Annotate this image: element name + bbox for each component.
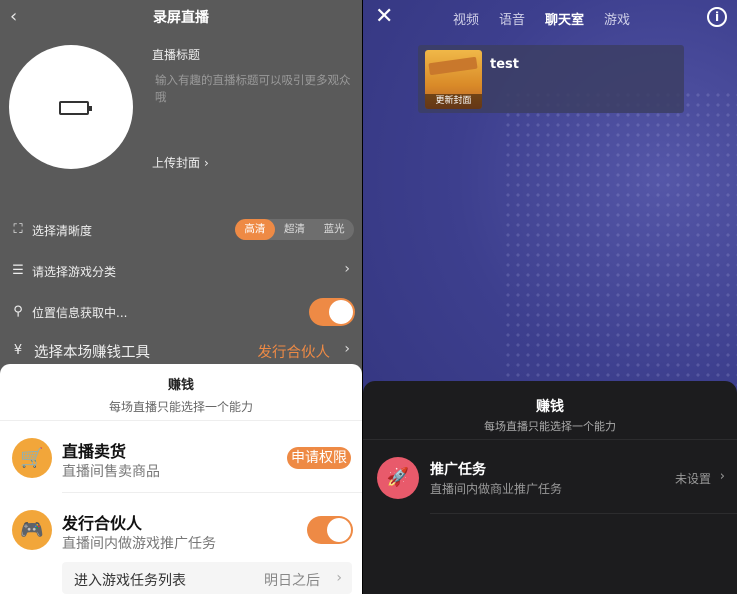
- divider: [62, 492, 362, 493]
- tab-video[interactable]: 视频: [453, 9, 479, 28]
- quality-label: 选择清晰度: [32, 224, 93, 238]
- game-category-row[interactable]: ☰ 请选择游戏分类 ›: [0, 253, 362, 289]
- quality-selector: 高清 超清 蓝光: [235, 219, 354, 240]
- cover-image-picker[interactable]: [9, 45, 133, 169]
- divider: [430, 513, 737, 514]
- room-name[interactable]: test: [490, 57, 519, 72]
- yuan-icon: ¥: [13, 343, 23, 358]
- game-task-list-row[interactable]: 进入游戏任务列表 明日之后 ›: [62, 562, 352, 594]
- sheet-subtitle: 每场直播只能选择一个能力: [484, 420, 616, 433]
- battery-icon: [59, 101, 92, 115]
- live-type-tabs: 视频 语音 聊天室 游戏: [453, 9, 630, 28]
- location-pin-icon: ⚲: [13, 304, 23, 319]
- sheet-subtitle: 每场直播只能选择一个能力: [108, 400, 253, 414]
- sheet-title: 赚钱: [536, 399, 564, 415]
- option-desc-partner: 直播间内做游戏推广任务: [62, 536, 216, 552]
- game-category-label: 请选择游戏分类: [32, 265, 117, 279]
- option-desc-promo: 直播间内做商业推广任务: [430, 482, 563, 496]
- earn-tool-value: 发行合伙人: [257, 345, 331, 361]
- cart-icon: 🛒: [12, 438, 52, 478]
- chevron-right-icon: ›: [344, 341, 350, 357]
- right-panel: ✕ 视频 语音 聊天室 游戏 i 更新封面 test 赚钱 每场直播只能选择一个…: [363, 0, 737, 594]
- left-panel: ‹ 录屏直播 直播标题 输入有趣的直播标题可以吸引更多观众哦 上传封面 › ⛶ 选…: [0, 0, 362, 594]
- earn-tool-label: 选择本场赚钱工具: [34, 345, 150, 361]
- option-desc-sell: 直播间售卖商品: [62, 464, 160, 480]
- chevron-right-icon: ›: [344, 261, 350, 277]
- partner-toggle[interactable]: [307, 516, 353, 544]
- rocket-icon: 🚀: [377, 457, 419, 499]
- live-title-label: 直播标题: [152, 48, 201, 62]
- chevron-right-icon[interactable]: ›: [720, 469, 725, 484]
- page-title: 录屏直播: [153, 10, 209, 26]
- divider: [363, 439, 737, 440]
- top-bar: ‹ 录屏直播: [0, 0, 362, 34]
- update-cover-label: 更新封面: [425, 94, 482, 109]
- sheet-title: 赚钱: [167, 378, 194, 393]
- live-title-input[interactable]: 输入有趣的直播标题可以吸引更多观众哦: [155, 72, 355, 106]
- toggle-knob: [327, 518, 351, 542]
- option-status[interactable]: 未设置: [675, 470, 711, 487]
- gamepad-icon: 🎮: [12, 510, 52, 550]
- toggle-knob: [329, 300, 353, 324]
- chevron-right-icon: ›: [204, 156, 209, 170]
- quality-option-hd[interactable]: 高清: [235, 219, 275, 240]
- task-list-label: 进入游戏任务列表: [74, 573, 186, 589]
- option-title-partner: 发行合伙人: [62, 514, 143, 533]
- divider: [0, 420, 362, 421]
- option-title-sell: 直播卖货: [62, 442, 127, 461]
- location-toggle[interactable]: [309, 298, 355, 326]
- upload-cover-label: 上传封面: [152, 156, 201, 170]
- room-cover-thumbnail[interactable]: 更新封面: [425, 50, 482, 109]
- room-card: 更新封面 test: [418, 45, 684, 113]
- option-title-promo: 推广任务: [430, 462, 486, 478]
- apply-permission-button[interactable]: 申请权限: [287, 447, 351, 469]
- earn-sheet: 赚钱 每场直播只能选择一个能力: [0, 364, 362, 594]
- location-label: 位置信息获取中...: [32, 306, 128, 320]
- info-icon[interactable]: i: [707, 7, 727, 27]
- chevron-right-icon: ›: [336, 570, 342, 586]
- task-list-value: 明日之后: [264, 573, 320, 589]
- earn-sheet: 赚钱 每场直播只能选择一个能力 🚀 推广任务 直播间内做商业推广任务 未设置 ›: [363, 381, 737, 594]
- upload-cover-link[interactable]: 上传封面 ›: [152, 154, 209, 171]
- quality-option-super[interactable]: 超清: [275, 219, 315, 240]
- cover-graphic: [428, 56, 478, 76]
- list-icon: ☰: [12, 263, 24, 278]
- tab-chatroom[interactable]: 聊天室: [545, 9, 584, 28]
- quality-option-bluray[interactable]: 蓝光: [314, 219, 354, 240]
- background-dots: [503, 90, 737, 390]
- close-button[interactable]: ✕: [375, 5, 393, 29]
- tab-voice[interactable]: 语音: [499, 9, 525, 28]
- fullscreen-icon: ⛶: [13, 222, 23, 237]
- location-row: ⚲ 位置信息获取中...: [0, 294, 362, 330]
- tab-game[interactable]: 游戏: [604, 9, 630, 28]
